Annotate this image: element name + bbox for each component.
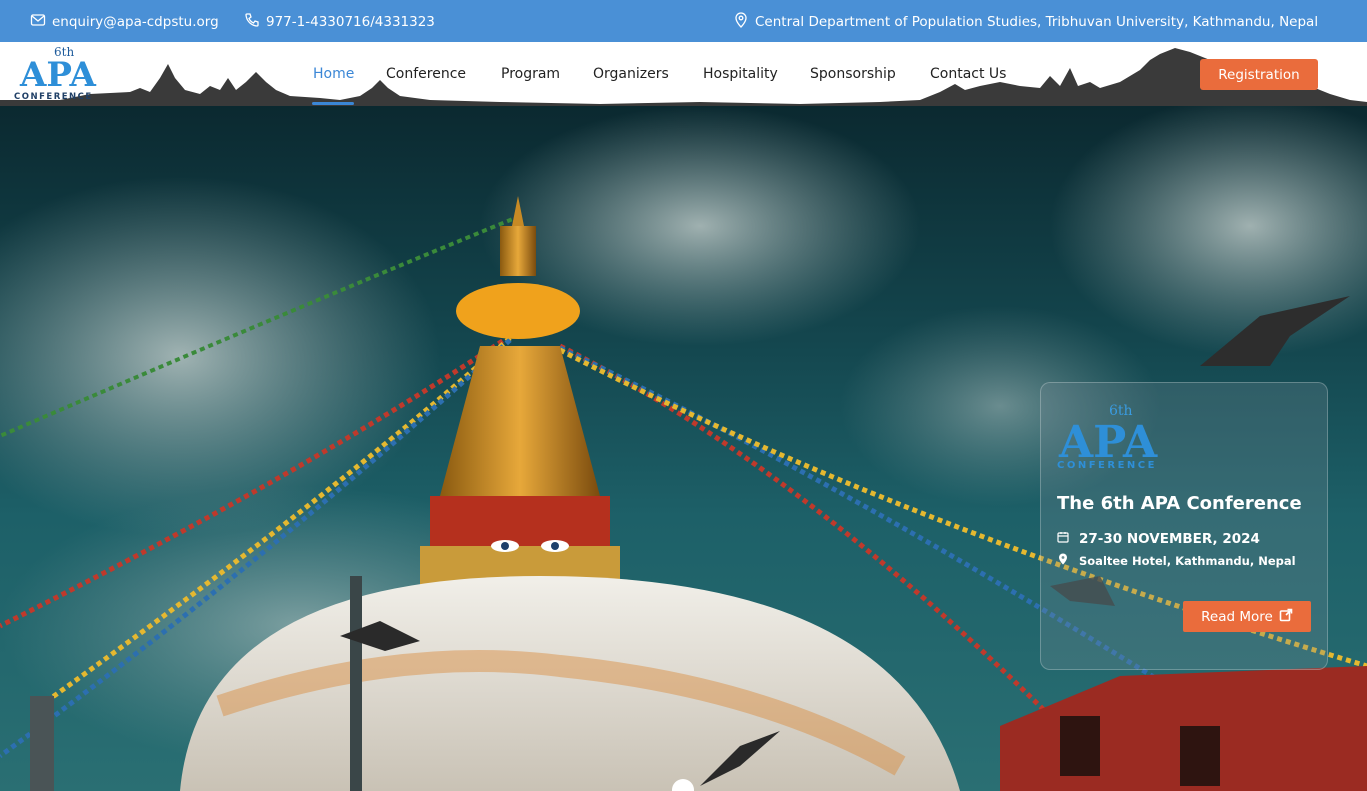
kathmandu-skyline-decoration — [0, 48, 1367, 106]
active-nav-indicator — [312, 102, 354, 105]
card-venue: Soaltee Hotel, Kathmandu, Nepal — [1079, 553, 1296, 568]
nav-program[interactable]: Program — [501, 66, 560, 82]
external-link-icon — [1279, 608, 1293, 626]
phone-contact[interactable]: 977-1-4330716/4331323 — [244, 12, 435, 32]
card-logo-sub: CONFERENCE — [1057, 460, 1157, 469]
card-apa-logo: 6th APA CONFERENCE — [1057, 399, 1181, 471]
nav-sponsorship[interactable]: Sponsorship — [810, 66, 896, 82]
card-dates: 27-30 NOVEMBER, 2024 — [1079, 531, 1260, 547]
phone-text[interactable]: 977-1-4330716/4331323 — [266, 14, 435, 30]
card-venue-row: Soaltee Hotel, Kathmandu, Nepal — [1057, 553, 1296, 568]
map-pin-icon — [1057, 553, 1069, 568]
top-contact-bar: enquiry@apa-cdpstu.org 977-1-4330716/433… — [0, 0, 1367, 42]
card-title: The 6th APA Conference — [1057, 493, 1302, 514]
calendar-icon — [1057, 531, 1069, 547]
conference-info-card: 6th APA CONFERENCE The 6th APA Conferenc… — [1040, 382, 1328, 670]
address-text: Central Department of Population Studies… — [755, 14, 1319, 30]
logo-sub-text: CONFERENCE — [14, 92, 93, 102]
email-text[interactable]: enquiry@apa-cdpstu.org — [52, 14, 219, 30]
location-pin-icon — [733, 12, 749, 32]
nav-organizers[interactable]: Organizers — [593, 66, 669, 82]
main-navbar: 6th APA CONFERENCE Home Conference Progr… — [0, 42, 1367, 106]
registration-button[interactable]: Registration — [1200, 59, 1318, 90]
read-more-label: Read More — [1201, 608, 1273, 625]
logo-main-text: APA — [19, 55, 96, 95]
read-more-button[interactable]: Read More — [1183, 601, 1311, 632]
mail-icon — [30, 12, 46, 32]
nav-conference[interactable]: Conference — [386, 66, 466, 82]
phone-icon — [244, 12, 260, 32]
nav-contact-us[interactable]: Contact Us — [930, 66, 1006, 82]
nav-home[interactable]: Home — [313, 66, 354, 82]
email-contact[interactable]: enquiry@apa-cdpstu.org — [30, 12, 219, 32]
address-contact: Central Department of Population Studies… — [733, 12, 1318, 32]
apa-logo[interactable]: 6th APA CONFERENCE — [14, 42, 114, 102]
card-dates-row: 27-30 NOVEMBER, 2024 — [1057, 531, 1260, 547]
nav-hospitality[interactable]: Hospitality — [703, 66, 778, 82]
hero-banner: 6th APA CONFERENCE The 6th APA Conferenc… — [0, 106, 1367, 791]
